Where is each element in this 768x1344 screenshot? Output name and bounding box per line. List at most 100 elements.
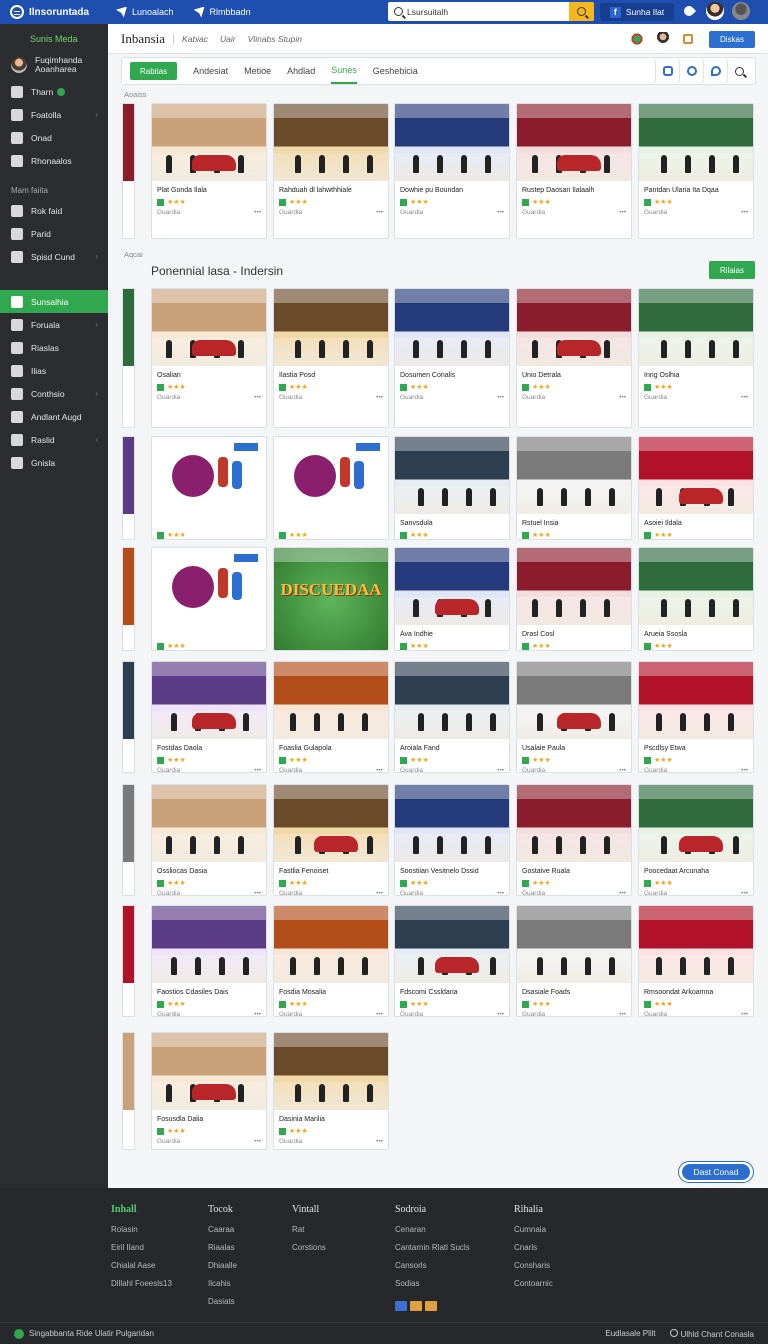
product-card[interactable]: Foaslia Gulapola ★★★ Guardia ••• (273, 661, 389, 773)
tab-primary[interactable]: Rabitas (130, 62, 178, 80)
copyright-icon (669, 1328, 678, 1337)
chevron-right-icon: › (95, 320, 98, 329)
sidebar-item-riaslas[interactable]: Riaslas (0, 336, 108, 359)
rocket-icon[interactable] (680, 2, 698, 20)
tab-ahdlad[interactable]: Ahdlad (287, 58, 315, 84)
facebook-button[interactable]: f Sunha Ilat (600, 3, 674, 21)
product-card[interactable]: Soostiian Vesitnelo Dssid ★★★ Guardia ••• (394, 784, 510, 896)
location-icon[interactable] (703, 60, 727, 82)
search-bar[interactable]: Lsursuitalh (388, 2, 594, 21)
product-card[interactable]: Aroiala Fand ★★★ Guardia ••• (394, 661, 510, 773)
product-card[interactable]: Dowhie pu Boundan ★★★ Guardia ••• (394, 103, 510, 239)
sidebar-item-gnisla[interactable]: Gnisla (0, 451, 108, 474)
header-button[interactable]: Diskas (709, 31, 755, 48)
product-card[interactable]: Poocedaat Arcunaha ★★★ Guardia ••• (638, 784, 754, 896)
product-card[interactable]: Fostdas Daola ★★★ Guardia ••• (151, 661, 267, 773)
notification-icon[interactable] (683, 33, 693, 44)
tab-sunes[interactable]: Sunes (331, 58, 357, 84)
brand[interactable]: Ilnsoruntada (0, 5, 108, 19)
product-card[interactable]: Osalian ★★★ Guardia ••• (151, 288, 267, 428)
product-card[interactable]: Fosusdla Dalia ★★★ Guardia ••• (151, 1032, 267, 1150)
product-card[interactable]: Gostaive Ruala ★★★ Guardia ••• (516, 784, 632, 896)
card-stub[interactable] (122, 547, 135, 651)
store-icon (279, 756, 286, 764)
product-card[interactable]: ★★★Guardia••• (273, 436, 389, 540)
sidebar-item-andlantaugd[interactable]: Andlant Augd (0, 405, 108, 428)
product-card[interactable]: Faostios Cdasiles Dais ★★★ Guardia ••• (151, 905, 267, 1017)
sidebar-item-sunsalhia[interactable]: Sunsalhia (0, 290, 108, 313)
sidebar-item-onad[interactable]: Onad (0, 126, 108, 149)
product-card[interactable]: Dasinia Manlia ★★★ Guardia ••• (273, 1032, 389, 1150)
product-card[interactable]: Asoiei Ildala★★★Guardia••• (638, 436, 754, 540)
product-card[interactable]: Rstuel Insia★★★Guardia••• (516, 436, 632, 540)
tab-metioe[interactable]: Metioe (244, 58, 271, 84)
store-icon (522, 383, 529, 391)
tab-andesiat[interactable]: Andesiat (193, 58, 228, 84)
sidebar-item-conthsio[interactable]: Conthsio › (0, 382, 108, 405)
card-stub[interactable] (122, 784, 135, 896)
sidebar-item-spisdcund[interactable]: Spisd Cund › (0, 245, 108, 268)
product-card[interactable]: Dosumen Conalis ★★★ Guardia ••• (394, 288, 510, 428)
sidebar-user[interactable]: Fuqimhanda Aoanharea (0, 50, 108, 80)
product-card[interactable]: Ava Indhie★★★Guardia••• (394, 547, 510, 651)
sidebar-item-parid[interactable]: Parid (0, 222, 108, 245)
section-button[interactable]: Rilaias (709, 261, 755, 279)
chat-icon (11, 227, 23, 240)
sidebar-item-tharn[interactable]: Tharn (0, 80, 108, 103)
go-button[interactable]: Dast Conad (678, 1161, 754, 1183)
store-icon (522, 642, 529, 650)
avatar[interactable] (706, 2, 724, 20)
card-stub[interactable] (122, 103, 135, 239)
user-icon[interactable] (679, 60, 703, 82)
product-card[interactable]: Fdscomi Cssldaria ★★★ Guardia ••• (394, 905, 510, 1017)
product-image (152, 785, 266, 862)
sidebar-item-foatolla[interactable]: Foatolla › (0, 103, 108, 126)
grid-view-icon[interactable] (655, 60, 679, 82)
product-card[interactable]: Pantdan Ularia Ita Dqaa ★★★ Guardia ••• (638, 103, 754, 239)
product-card[interactable]: Fastlia Fenoiset ★★★ Guardia ••• (273, 784, 389, 896)
sidebar-item-ilias[interactable]: Ilias (0, 359, 108, 382)
nav-item-2[interactable]: Rlmbbadn (193, 6, 251, 18)
store-icon (157, 642, 164, 650)
product-card[interactable]: Sanvsdula★★★Guardia••• (394, 436, 510, 540)
sidebar-item-rokfaid[interactable]: Rok faid (0, 199, 108, 222)
product-image (395, 104, 509, 181)
card-stub[interactable] (122, 436, 135, 540)
product-image (152, 437, 266, 514)
product-card[interactable]: Ossliocas Dasia ★★★ Guardia ••• (151, 784, 267, 896)
product-card[interactable]: Rahduah dl lahwthhiale ★★★ Guardia ••• (273, 103, 389, 239)
search-icon[interactable] (727, 60, 751, 82)
product-card[interactable]: Unio Detrala ★★★ Guardia ••• (516, 288, 632, 428)
nav-item-1[interactable]: Lunoalach (116, 6, 174, 18)
product-card[interactable]: Inrig Oslhia ★★★ Guardia ••• (638, 288, 754, 428)
search-button[interactable] (569, 2, 594, 21)
product-card[interactable]: Plat Gonda Ilala ★★★ Guardia ••• (151, 103, 267, 239)
profile-icon[interactable] (657, 31, 669, 46)
sidebar-item-foruala[interactable]: Foruala › (0, 313, 108, 336)
product-card[interactable]: Arueia Ssosla★★★Guardia••• (638, 547, 754, 651)
product-card[interactable]: ★★★Guardia••• (151, 436, 267, 540)
product-card[interactable]: ★★★Guardia••• (151, 547, 267, 651)
product-card[interactable]: Rmsoondat Arkoamna ★★★ Guardia ••• (638, 905, 754, 1017)
tab-geshebicia[interactable]: Geshebicia (373, 58, 418, 84)
product-card[interactable]: Ilastia Posd ★★★ Guardia ••• (273, 288, 389, 428)
product-card[interactable]: Dsasiale Foads ★★★ Guardia ••• (516, 905, 632, 1017)
product-card[interactable]: Pscdlsy Etwa ★★★ Guardia ••• (638, 661, 754, 773)
card-stub[interactable] (122, 661, 135, 773)
product-card[interactable]: Fosdia Mosalia ★★★ Guardia ••• (273, 905, 389, 1017)
card-stub[interactable] (122, 1032, 135, 1150)
product-card[interactable]: Drasl Cosl★★★Guardia••• (516, 547, 632, 651)
gear-icon (11, 456, 23, 469)
card-stub[interactable] (122, 288, 135, 428)
sidebar-item-rhonaalos[interactable]: Rhonaalos (0, 149, 108, 172)
product-card[interactable]: Usalaie Paula ★★★ Guardia ••• (516, 661, 632, 773)
product-title: Fosusdla Dalia (157, 1116, 204, 1123)
tree-icon[interactable] (631, 31, 643, 46)
product-card[interactable]: Rustep Daosan Ilalaalh ★★★ Guardia ••• (516, 103, 632, 239)
search-input[interactable]: Lsursuitalh (388, 7, 569, 17)
user-avatar[interactable] (732, 2, 750, 20)
product-card[interactable]: DISCUEDAA (273, 547, 389, 651)
product-meta: Guardia ••• (157, 890, 261, 896)
card-stub[interactable] (122, 905, 135, 1017)
sidebar-item-raslid[interactable]: Raslid › (0, 428, 108, 451)
